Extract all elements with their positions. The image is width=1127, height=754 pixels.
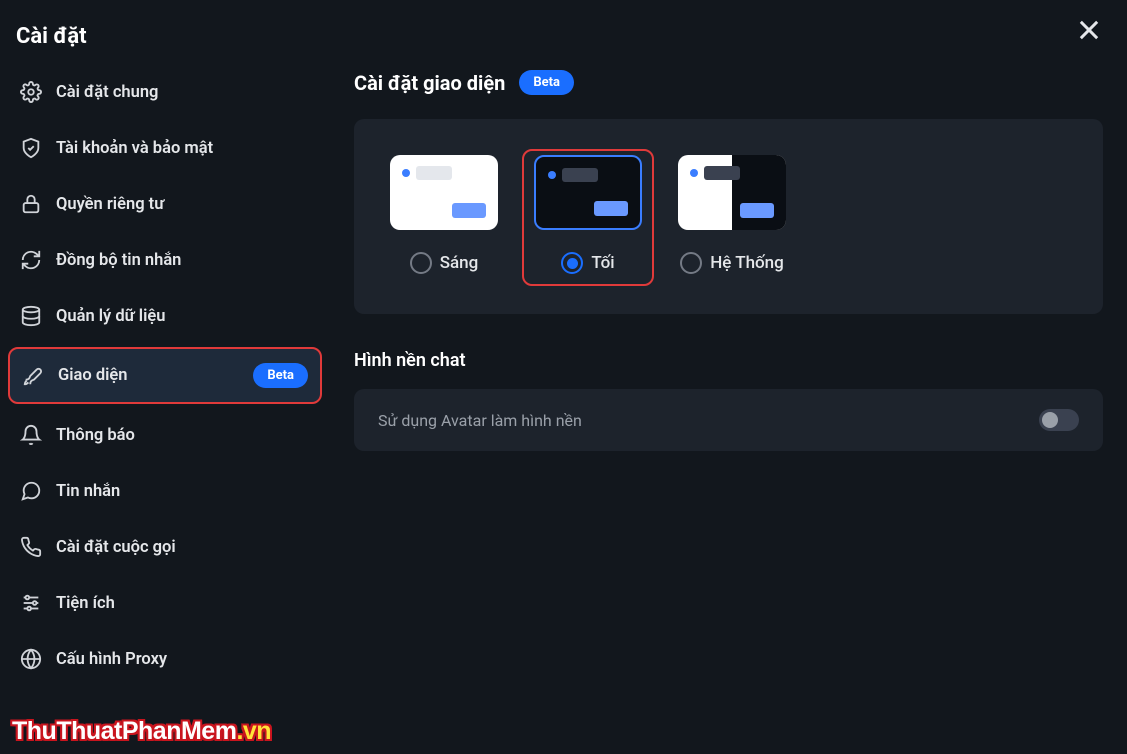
theme-preview-system: [678, 155, 786, 230]
watermark-main: ThuThuatPhanMem: [12, 717, 236, 745]
database-icon: [20, 305, 42, 327]
avatar-background-toggle[interactable]: [1039, 409, 1079, 431]
appearance-section-header: Cài đặt giao diện Beta: [354, 70, 1103, 95]
brush-icon: [22, 365, 44, 387]
sidebar-item-privacy[interactable]: Quyền riêng tư: [8, 179, 322, 229]
close-button[interactable]: [1075, 16, 1103, 44]
sidebar-item-notifications[interactable]: Thông báo: [8, 410, 322, 460]
sidebar-item-label: Tin nhắn: [56, 482, 120, 501]
section-title: Cài đặt giao diện: [354, 71, 505, 95]
theme-label: Hệ Thống: [710, 253, 784, 273]
watermark-suffix: .vn: [236, 717, 271, 745]
sidebar-item-data[interactable]: Quản lý dữ liệu: [8, 291, 322, 341]
sidebar-item-label: Quyền riêng tư: [56, 195, 164, 214]
sidebar-item-proxy[interactable]: Cấu hình Proxy: [8, 634, 322, 684]
theme-preview-light: [390, 155, 498, 230]
sidebar-item-label: Cài đặt cuộc gọi: [56, 538, 176, 557]
lock-icon: [20, 193, 42, 215]
sidebar-item-label: Quản lý dữ liệu: [56, 307, 165, 326]
chat-background-title: Hình nền chat: [354, 350, 1103, 371]
sidebar-item-call[interactable]: Cài đặt cuộc gọi: [8, 522, 322, 572]
chat-icon: [20, 480, 42, 502]
beta-badge: Beta: [253, 363, 308, 388]
sliders-icon: [20, 592, 42, 614]
beta-badge: Beta: [519, 70, 574, 95]
settings-sidebar: Cài đặt Cài đặt chung Tài khoản và bảo m…: [0, 0, 330, 754]
sidebar-item-label: Cài đặt chung: [56, 83, 158, 102]
sidebar-title: Cài đặt: [8, 24, 322, 67]
theme-radio-dark[interactable]: Tối: [561, 252, 614, 274]
main-content: Cài đặt giao diện Beta Sáng Tối: [330, 0, 1127, 754]
avatar-background-row: Sử dụng Avatar làm hình nền: [354, 389, 1103, 451]
shield-icon: [20, 137, 42, 159]
sidebar-item-label: Cấu hình Proxy: [56, 650, 167, 669]
globe-icon: [20, 648, 42, 670]
watermark: ThuThuatPhanMem.vn: [12, 717, 271, 746]
sidebar-item-messages[interactable]: Tin nhắn: [8, 466, 322, 516]
theme-radio-system[interactable]: Hệ Thống: [680, 252, 784, 274]
sidebar-item-appearance[interactable]: Giao diện Beta: [8, 347, 322, 404]
sidebar-item-sync[interactable]: Đồng bộ tin nhắn: [8, 235, 322, 285]
sidebar-item-label: Thông báo: [56, 426, 135, 445]
theme-option-light[interactable]: Sáng: [384, 155, 504, 286]
bell-icon: [20, 424, 42, 446]
sidebar-item-account-security[interactable]: Tài khoản và bảo mật: [8, 123, 322, 173]
sidebar-item-label: Đồng bộ tin nhắn: [56, 251, 181, 270]
theme-radio-light[interactable]: Sáng: [410, 252, 479, 274]
sidebar-item-general[interactable]: Cài đặt chung: [8, 67, 322, 117]
theme-preview-dark: [534, 155, 642, 230]
sidebar-item-label: Tài khoản và bảo mật: [56, 139, 213, 158]
phone-icon: [20, 536, 42, 558]
theme-option-dark[interactable]: Tối: [522, 149, 654, 286]
theme-label: Tối: [591, 253, 614, 273]
gear-icon: [20, 81, 42, 103]
sync-icon: [20, 249, 42, 271]
theme-selector-panel: Sáng Tối Hệ Thống: [354, 119, 1103, 314]
theme-option-system[interactable]: Hệ Thống: [672, 155, 792, 286]
sidebar-item-label: Tiện ích: [56, 594, 115, 613]
sidebar-item-utilities[interactable]: Tiện ích: [8, 578, 322, 628]
theme-label: Sáng: [440, 253, 479, 273]
avatar-background-label: Sử dụng Avatar làm hình nền: [378, 411, 582, 430]
sidebar-item-label: Giao diện: [58, 366, 128, 385]
